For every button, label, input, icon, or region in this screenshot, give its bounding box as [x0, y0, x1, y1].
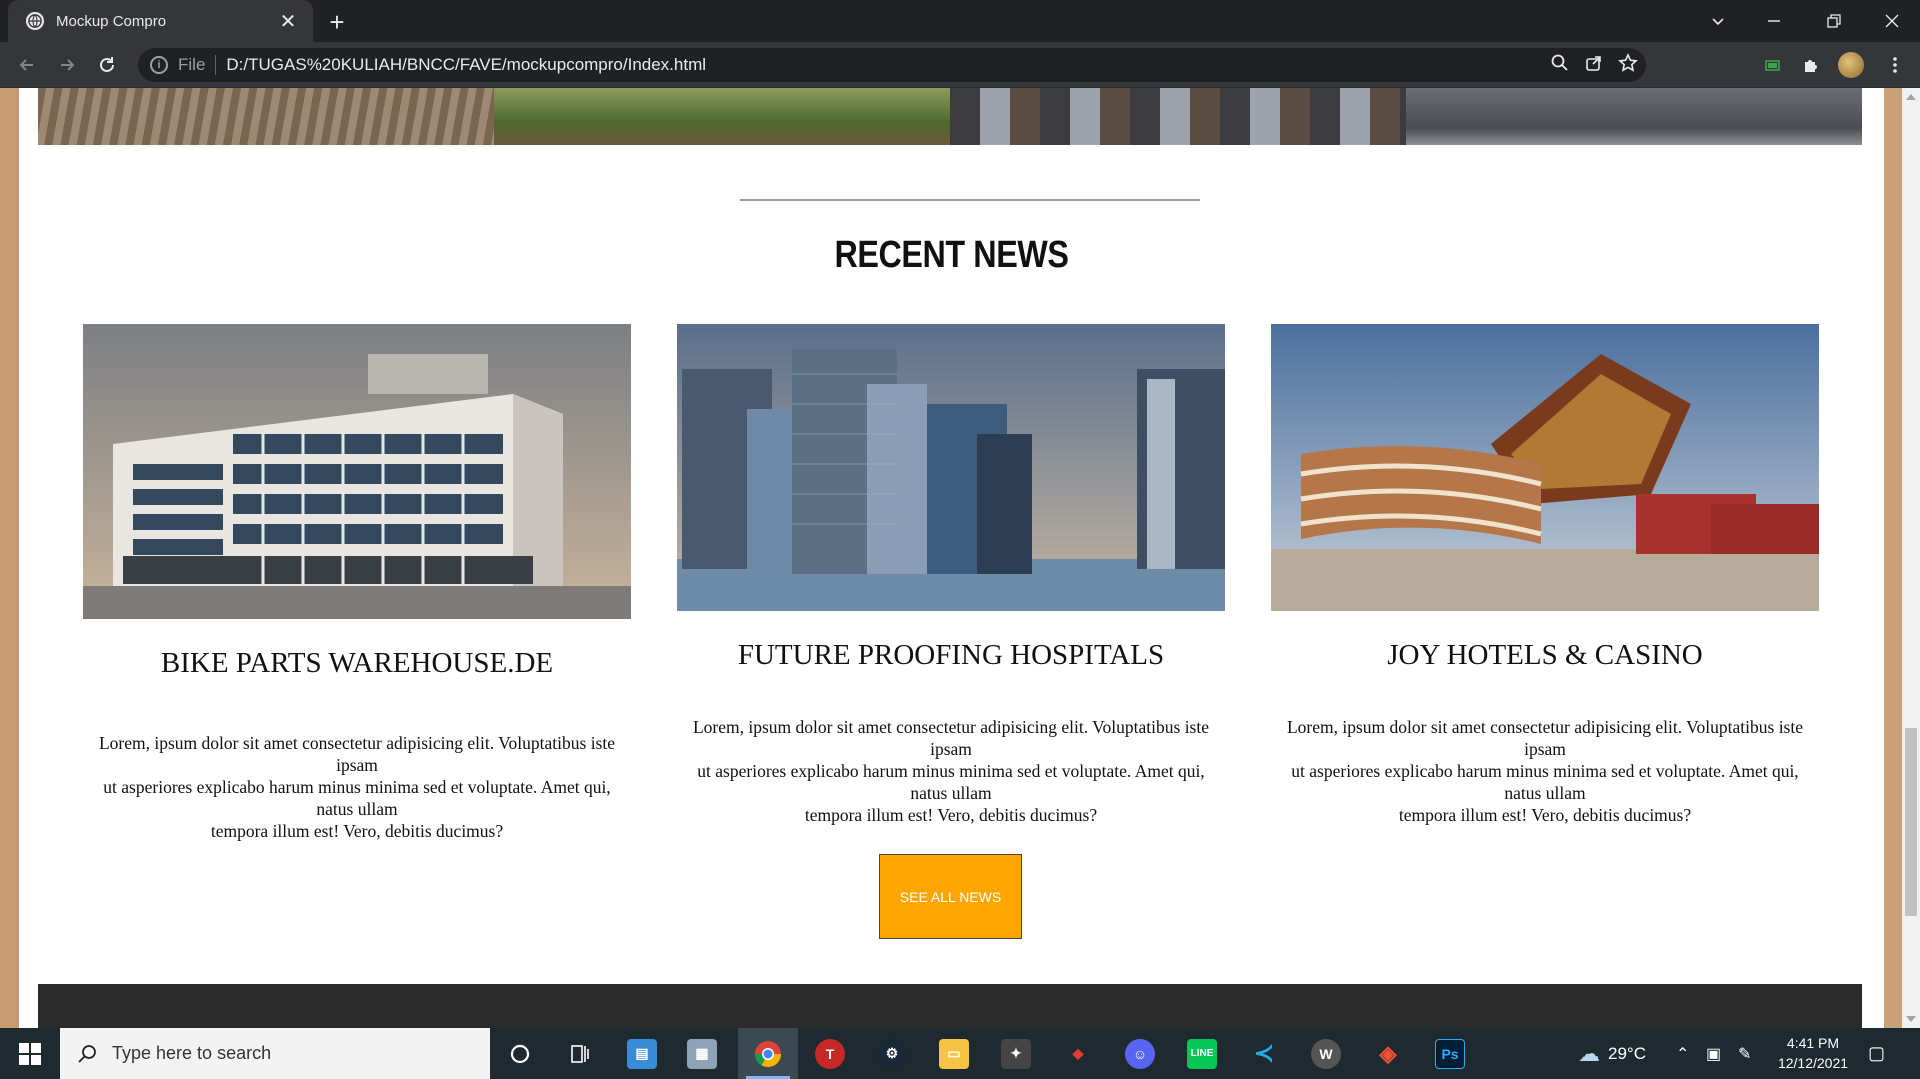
address-bar[interactable]: i File D:/TUGAS%20KULIAH/BNCC/FAVE/mocku… [138, 48, 1646, 82]
restore-button[interactable] [1812, 0, 1856, 42]
discord-icon[interactable]: ☺ [1110, 1028, 1170, 1079]
gallery-image [38, 88, 494, 145]
see-all-news-button[interactable]: SEE ALL NEWS [879, 854, 1022, 939]
blender-icon[interactable]: ✦ [986, 1028, 1046, 1079]
weather-widget[interactable]: ☁ 29°C [1578, 1028, 1646, 1079]
news-card: BIKE PARTS WAREHOUSE.DE Lorem, ipsum dol… [83, 324, 631, 842]
control-panel-icon[interactable]: ▤ [612, 1028, 672, 1079]
section-divider [740, 199, 1200, 201]
browser-menu-icon[interactable] [1880, 50, 1910, 80]
news-excerpt: Lorem, ipsum dolor sit amet consectetur … [1286, 717, 1803, 825]
todo-icon[interactable]: T [800, 1028, 860, 1079]
back-button[interactable] [12, 50, 42, 80]
line-icon[interactable]: LINE [1172, 1028, 1232, 1079]
scroll-up-arrow-icon[interactable] [1906, 94, 1916, 100]
browser-tab-strip: Mockup Compro ✕ + [0, 0, 1920, 42]
news-excerpt: Lorem, ipsum dolor sit amet consectetur … [98, 733, 615, 841]
news-title[interactable]: JOY HOTELS & CASINO [1271, 639, 1819, 672]
network-icon[interactable]: ▣ [1706, 1028, 1721, 1079]
file-explorer-icon[interactable]: ▭ [924, 1028, 984, 1079]
gallery-strip [38, 88, 1862, 145]
photoshop-icon[interactable]: Ps [1420, 1028, 1480, 1079]
gallery-image [950, 88, 1406, 145]
news-image-skyscrapers[interactable] [677, 324, 1225, 611]
news-card: JOY HOTELS & CASINO Lorem, ipsum dolor s… [1271, 324, 1819, 826]
page-footer [38, 984, 1862, 1028]
news-title[interactable]: FUTURE PROOFING HOSPITALS [677, 639, 1225, 672]
scroll-thumb[interactable] [1905, 728, 1917, 916]
cortana-icon[interactable] [490, 1028, 550, 1079]
extensions-puzzle-icon[interactable] [1796, 50, 1826, 80]
browser-tab[interactable]: Mockup Compro ✕ [8, 0, 313, 42]
share-icon[interactable] [1584, 53, 1604, 78]
browser-toolbar: i File D:/TUGAS%20KULIAH/BNCC/FAVE/mocku… [0, 42, 1920, 88]
news-excerpt: Lorem, ipsum dolor sit amet consectetur … [692, 717, 1209, 825]
page-scrollbar[interactable] [1902, 88, 1920, 1028]
notifications-icon[interactable]: ▢ [1868, 1028, 1885, 1079]
windows-start-icon[interactable] [0, 1028, 60, 1079]
minimize-button[interactable] [1752, 0, 1796, 42]
windows-taskbar: Type here to search ▤ ▦ T ⚙ ▭ ✦ ◆ ☺ LINE… [0, 1028, 1920, 1079]
tab-search-icon[interactable] [1696, 0, 1740, 42]
pen-icon[interactable]: ✎ [1738, 1028, 1751, 1079]
news-title[interactable]: BIKE PARTS WAREHOUSE.DE [83, 647, 631, 680]
page-content: RECENT NEWS BIKE PARTS WAREHOUSE.DE Lore… [19, 88, 1884, 1028]
profile-avatar[interactable] [1838, 52, 1864, 78]
reload-button[interactable] [92, 50, 122, 80]
info-icon[interactable]: i [150, 56, 168, 74]
tray-chevron-icon[interactable]: ⌃ [1676, 1028, 1689, 1079]
url-separator [215, 55, 217, 75]
wamp-icon[interactable]: W [1296, 1028, 1356, 1079]
globe-icon [26, 12, 44, 30]
git-icon[interactable]: ◈ [1358, 1028, 1418, 1079]
bookmark-star-icon[interactable] [1618, 52, 1638, 78]
news-card: FUTURE PROOFING HOSPITALS Lorem, ipsum d… [677, 324, 1225, 826]
clock-date: 12/12/2021 [1777, 1055, 1849, 1071]
url-scheme: File [178, 55, 206, 74]
chrome-icon[interactable] [738, 1028, 798, 1079]
gallery-image [1406, 88, 1862, 145]
taskbar-clock[interactable]: 4:41 PM 12/12/2021 [1766, 1033, 1860, 1073]
game-icon[interactable]: ◆ [1048, 1028, 1108, 1079]
steam-icon[interactable]: ⚙ [862, 1028, 922, 1079]
vscode-icon[interactable]: ≺ [1234, 1028, 1294, 1079]
scroll-down-arrow-icon[interactable] [1906, 1016, 1916, 1022]
section-title: RECENT NEWS [834, 234, 1069, 276]
taskbar-search-box[interactable]: Type here to search [60, 1028, 490, 1079]
search-icon [78, 1044, 96, 1063]
clock-time: 4:41 PM [1786, 1035, 1840, 1051]
zoom-icon[interactable] [1550, 53, 1570, 78]
gallery-image [494, 88, 950, 145]
weather-temp: 29°C [1608, 1043, 1646, 1063]
new-tab-button[interactable]: + [322, 7, 352, 37]
photos-icon[interactable]: ▦ [672, 1028, 732, 1079]
close-window-button[interactable] [1870, 0, 1914, 42]
url-text[interactable]: D:/TUGAS%20KULIAH/BNCC/FAVE/mockupcompro… [226, 55, 706, 75]
news-image-warehouse[interactable] [83, 324, 631, 619]
page-viewport: RECENT NEWS BIKE PARTS WAREHOUSE.DE Lore… [0, 88, 1902, 1028]
extension-battery-icon[interactable] [1758, 50, 1788, 80]
news-image-hotel[interactable] [1271, 324, 1819, 611]
tab-close-icon[interactable]: ✕ [277, 10, 299, 33]
cloud-icon: ☁ [1578, 1040, 1600, 1066]
search-placeholder: Type here to search [112, 1043, 272, 1063]
task-view-icon[interactable] [550, 1028, 610, 1079]
forward-button[interactable] [52, 50, 82, 80]
tab-title: Mockup Compro [56, 12, 167, 30]
